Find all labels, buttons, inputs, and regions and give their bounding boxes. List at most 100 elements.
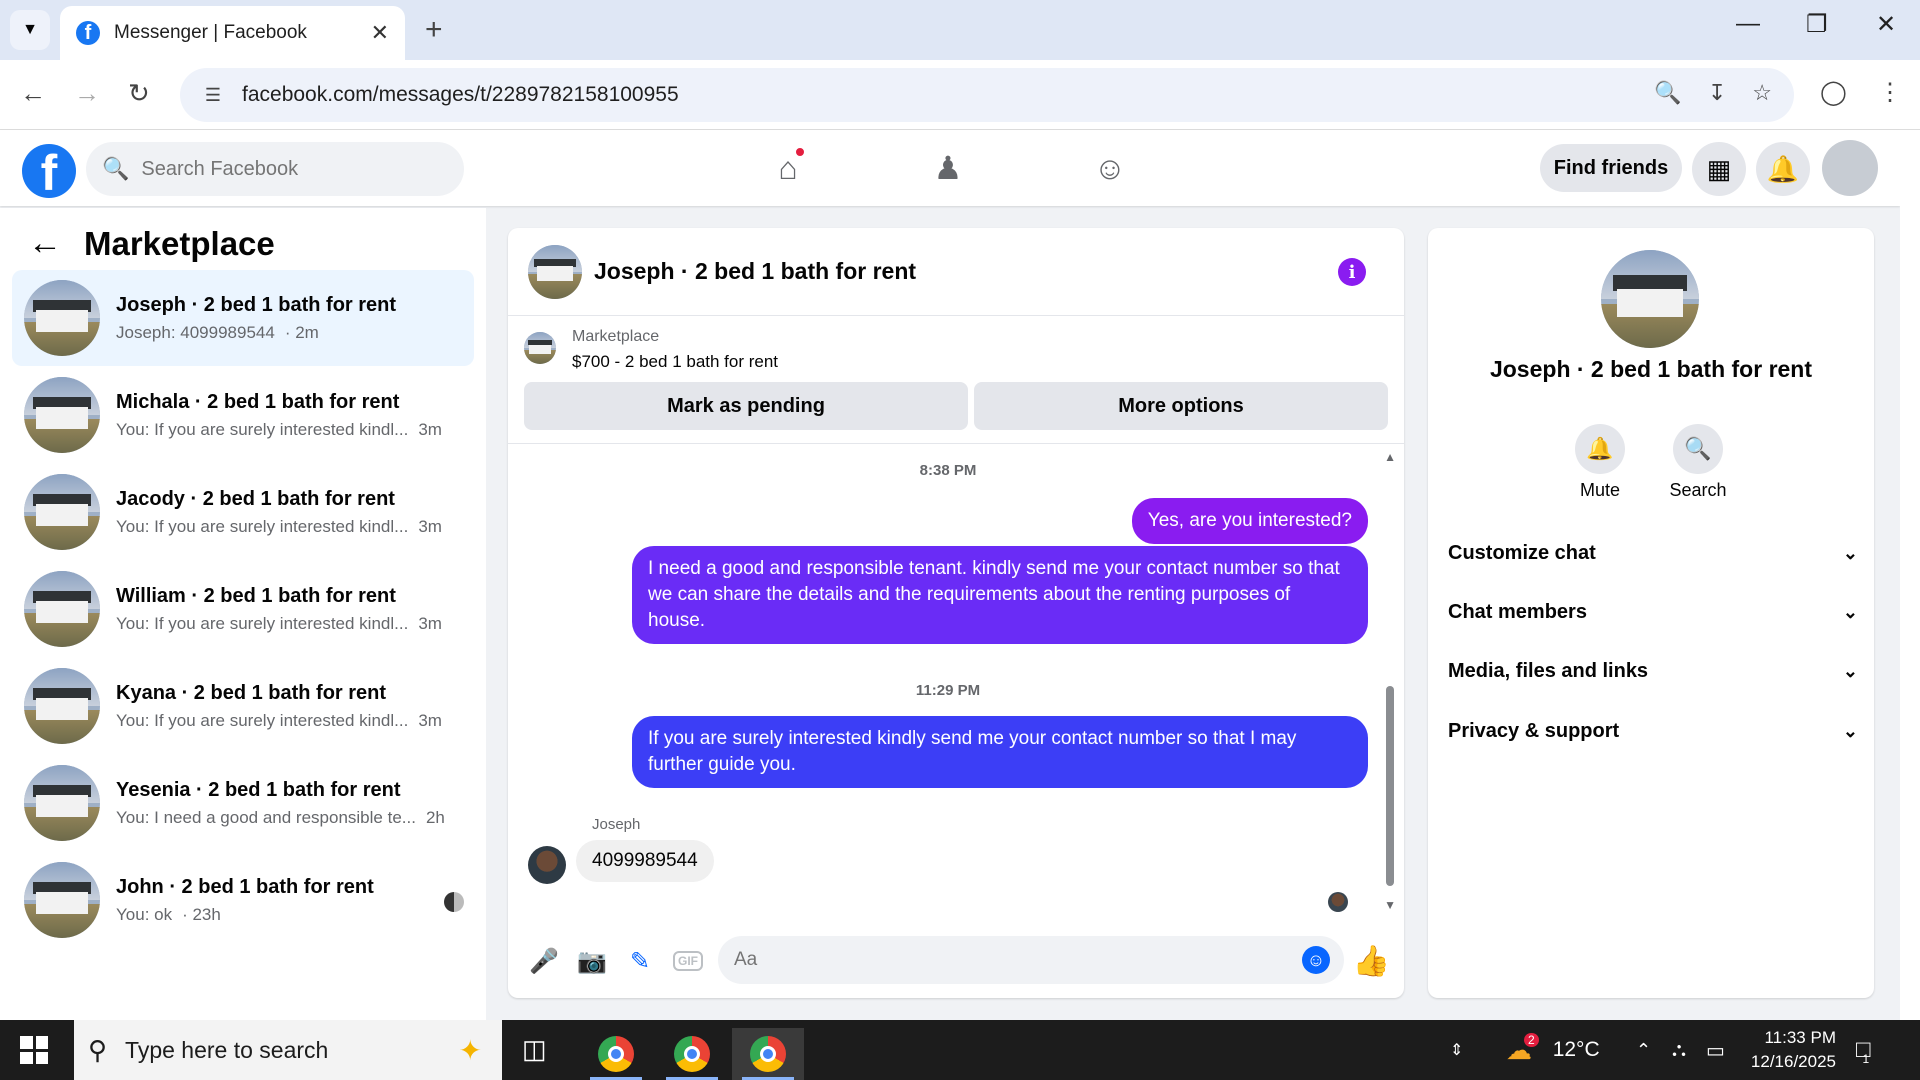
menu-grid-icon[interactable]: ▦: [1692, 142, 1746, 196]
notification-center-icon[interactable]: □ 1: [1856, 1020, 1871, 1080]
bookmark-star-icon[interactable]: ☆: [1752, 80, 1772, 106]
customize-chat-section[interactable]: Customize chat ⌄: [1448, 528, 1858, 578]
privacy-support-section[interactable]: Privacy & support ⌄: [1448, 706, 1858, 756]
restore-button[interactable]: ❐: [1806, 10, 1828, 39]
outgoing-message[interactable]: If you are surely interested kindly send…: [632, 716, 1368, 788]
weather-widget[interactable]: ☁ 2 12°C: [1506, 1020, 1600, 1080]
back-arrow-icon[interactable]: ←: [28, 224, 62, 263]
conversation-avatar[interactable]: [528, 244, 582, 299]
scroll-up-icon[interactable]: ▲: [1384, 450, 1396, 464]
battery-icon[interactable]: ▭: [1706, 1020, 1725, 1080]
home-icon[interactable]: ⌂: [768, 146, 808, 188]
gif-icon[interactable]: GIF: [668, 941, 708, 981]
wifi-icon[interactable]: ⛬: [1672, 1020, 1686, 1080]
sticker-icon[interactable]: ✎: [620, 941, 660, 981]
search-icon: ⚲: [88, 1034, 108, 1065]
conversation-time: 3m: [418, 419, 442, 439]
conversation-item[interactable]: Kyana · 2 bed 1 bath for rent You: If you…: [12, 658, 474, 754]
message-input[interactable]: [734, 949, 1274, 971]
sender-avatar[interactable]: [528, 846, 566, 884]
conversation-item[interactable]: William · 2 bed 1 bath for rent You: If y…: [12, 561, 474, 657]
listing-thumbnail[interactable]: [524, 332, 556, 364]
conversation-item[interactable]: Joseph · 2 bed 1 bath for rent Joseph: 40…: [12, 270, 474, 366]
outgoing-message[interactable]: Yes, are you interested?: [1131, 498, 1368, 544]
chrome-app-icon[interactable]: [656, 1028, 728, 1080]
chat-members-section[interactable]: Chat members ⌄: [1448, 587, 1858, 637]
reload-icon[interactable]: ↻: [128, 78, 150, 109]
search-button[interactable]: 🔍 Search: [1658, 424, 1738, 501]
account-avatar[interactable]: [1822, 140, 1878, 196]
groups-icon[interactable]: ☺: [1090, 148, 1130, 188]
tab-search-button[interactable]: ▼: [10, 10, 50, 50]
new-tab-button[interactable]: +: [425, 13, 443, 47]
search-label: Search: [1669, 480, 1727, 500]
conversation-thumbnail: [24, 571, 100, 647]
site-info-icon[interactable]: ☰: [198, 80, 228, 110]
conversation-thumbnail: [24, 280, 100, 356]
clock[interactable]: 11:33 PM 12/16/2025: [1746, 1020, 1836, 1080]
more-options-button[interactable]: More options: [974, 382, 1388, 430]
timestamp: 11:29 PM: [915, 682, 981, 699]
address-bar[interactable]: ☰ facebook.com/messages/t/22897821581009…: [180, 68, 1794, 122]
facebook-search-input[interactable]: [141, 157, 442, 181]
listing-title[interactable]: $700 - 2 bed 1 bath for rent: [572, 352, 778, 372]
find-friends-button[interactable]: Find friends: [1540, 144, 1682, 192]
conversation-time: 2h: [425, 807, 445, 827]
conversation-item[interactable]: Jacody · 2 bed 1 bath for rent You: If yo…: [12, 464, 474, 560]
close-tab-icon[interactable]: ✕: [371, 20, 389, 46]
forward-icon[interactable]: →: [74, 78, 100, 109]
chevron-down-icon: ⌄: [1842, 542, 1858, 563]
chrome-app-icon[interactable]: [580, 1028, 652, 1080]
chevron-down-icon: ⌄: [1842, 601, 1858, 622]
notifications-bell-icon[interactable]: 🔔: [1756, 142, 1810, 196]
photo-icon[interactable]: 📷: [572, 941, 612, 981]
taskbar-search-placeholder: Type here to search: [125, 1036, 329, 1063]
conversation-item[interactable]: Yesenia · 2 bed 1 bath for rent You: I ne…: [12, 755, 474, 851]
install-app-icon[interactable]: ↧: [1708, 80, 1726, 106]
friends-icon[interactable]: ♟: [928, 148, 968, 188]
outgoing-message[interactable]: I need a good and responsible tenant. ki…: [632, 546, 1368, 644]
thumbs-up-icon[interactable]: 👍: [1353, 944, 1390, 979]
browser-tab[interactable]: f Messenger | Facebook ✕: [60, 6, 405, 60]
back-icon[interactable]: ←: [20, 78, 46, 109]
facebook-search-box[interactable]: 🔍: [86, 142, 464, 196]
notification-dot: [794, 146, 806, 158]
windows-start-icon[interactable]: [20, 1036, 48, 1064]
tray-scroll-icon[interactable]: ⇕: [1450, 1020, 1463, 1080]
conversation-preview: You: If you are surely interested kindl.…: [116, 516, 409, 536]
chat-scrollbar[interactable]: [1386, 686, 1394, 886]
close-window-button[interactable]: ✕: [1876, 10, 1896, 39]
timestamp: 8:38 PM: [919, 462, 977, 479]
mark-as-pending-button[interactable]: Mark as pending: [524, 382, 968, 430]
profile-icon[interactable]: ◯: [1820, 78, 1847, 107]
temperature: 12°C: [1552, 1038, 1600, 1061]
mute-label: Mute: [1579, 480, 1621, 500]
details-avatar[interactable]: [1601, 250, 1699, 348]
task-view-icon[interactable]: ◫: [522, 1034, 547, 1065]
menu-icon[interactable]: ⋮: [1878, 78, 1902, 107]
show-hidden-icons[interactable]: ⌃: [1636, 1020, 1651, 1080]
conversation-name: John · 2 bed 1 bath for rent: [116, 875, 374, 898]
media-files-links-section[interactable]: Media, files and links ⌄: [1448, 646, 1858, 696]
info-icon[interactable]: i: [1338, 258, 1366, 286]
scroll-down-icon[interactable]: ▼: [1384, 898, 1396, 912]
conversation-item[interactable]: Michala · 2 bed 1 bath for rent You: If y…: [12, 367, 474, 463]
chat-details-panel: Joseph · 2 bed 1 bath for rent 🔔 Mute 🔍 …: [1428, 228, 1874, 998]
facebook-logo-icon[interactable]: f: [22, 144, 76, 198]
chrome-app-icon[interactable]: [732, 1028, 804, 1080]
taskbar-search[interactable]: ⚲ Type here to search ✦: [74, 1020, 502, 1080]
conversation-item[interactable]: John · 2 bed 1 bath for rent You: ok · 23h: [12, 852, 474, 948]
page-scrollbar[interactable]: [1900, 130, 1920, 1020]
conversation-time: · 2m: [284, 322, 319, 342]
microphone-icon[interactable]: 🎤: [524, 941, 564, 981]
conversation-name: Jacody · 2 bed 1 bath for rent: [116, 487, 395, 510]
minimize-button[interactable]: —: [1736, 10, 1760, 38]
chevron-down-icon: ⌄: [1842, 660, 1858, 681]
section-label: Chat members: [1448, 600, 1587, 623]
zoom-icon[interactable]: 🔍: [1654, 80, 1681, 106]
incoming-message[interactable]: 4099989544: [576, 840, 714, 882]
chat-title[interactable]: Joseph · 2 bed 1 bath for rent: [594, 258, 916, 285]
emoji-icon[interactable]: ☺: [1302, 946, 1330, 974]
mute-button[interactable]: 🔔 Mute: [1560, 424, 1640, 501]
message-input-box[interactable]: ☺: [718, 936, 1344, 984]
